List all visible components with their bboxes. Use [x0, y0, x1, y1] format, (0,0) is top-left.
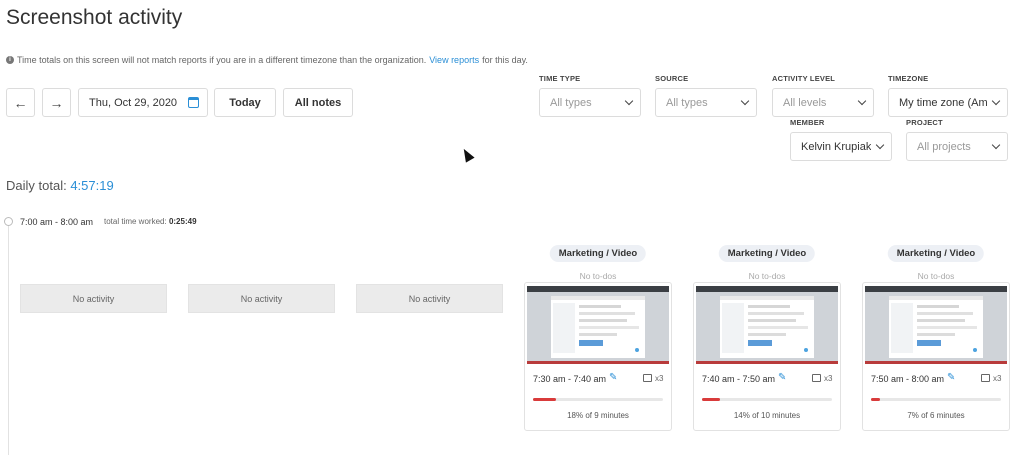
screenshot-box: 7:40 am - 7:50 am ✎ x3 14% of 10 minutes: [693, 282, 841, 431]
project-tag: Marketing / Video: [718, 245, 816, 262]
member-select[interactable]: Kelvin Krupiak: [790, 132, 892, 161]
activity-percent: 14% of 10 minutes: [733, 411, 801, 420]
pencil-icon[interactable]: ✎: [778, 372, 786, 383]
source-label: SOURCE: [655, 74, 689, 83]
all-notes-button[interactable]: All notes: [283, 88, 353, 117]
screenshot-thumbnail[interactable]: [696, 286, 838, 364]
worked-value: 0:25:49: [168, 217, 197, 226]
activity-level-value: All levels: [783, 96, 827, 109]
previous-day-button[interactable]: ←: [6, 88, 35, 117]
no-activity-block: No activity: [356, 284, 503, 313]
todo-text: No to-dos: [579, 271, 617, 281]
image-icon[interactable]: [812, 374, 821, 382]
source-select[interactable]: All types: [655, 88, 757, 117]
timeline-line: [8, 224, 9, 455]
time-type-select[interactable]: All types: [539, 88, 641, 117]
no-activity-block: No activity: [188, 284, 335, 313]
total-time-worked: total time worked: 0:25:49: [104, 217, 197, 226]
progress-fill: [871, 398, 881, 401]
chevron-down-icon: [991, 140, 1001, 150]
screenshot-time-range: 7:30 am - 7:40 am: [533, 374, 607, 384]
no-activity-block: No activity: [20, 284, 167, 313]
arrow-left-icon: ←: [13, 94, 28, 111]
daily-total: Daily total: 4:57:19: [6, 178, 114, 193]
timezone-select[interactable]: My time zone (America: [888, 88, 1008, 117]
page-title: Screenshot activity: [6, 6, 183, 29]
member-label: MEMBER: [790, 118, 825, 127]
date-picker[interactable]: Thu, Oct 29, 2020: [78, 88, 208, 117]
activity-percent: 7% of 6 minutes: [907, 411, 965, 420]
timezone-note-suffix: for this day.: [482, 55, 528, 65]
chevron-down-icon: [624, 96, 634, 106]
pencil-icon[interactable]: ✎: [947, 372, 955, 383]
date-value: Thu, Oct 29, 2020: [89, 96, 178, 109]
activity-level-label: ACTIVITY LEVEL: [772, 74, 836, 83]
chevron-down-icon: [740, 96, 750, 106]
screenshot-time-range: 7:50 am - 8:00 am: [871, 374, 945, 384]
timeline-dot: [4, 217, 13, 226]
screenshot-card: Marketing / Video No to-dos 7:50 am - 8:…: [862, 245, 1010, 431]
worked-label: total time worked:: [104, 217, 167, 226]
today-button[interactable]: Today: [214, 88, 276, 117]
timeslot-range: 7:00 am - 8:00 am: [20, 217, 94, 227]
screenshot-count: x3: [824, 374, 833, 383]
progress-fill: [533, 398, 557, 401]
timezone-value: My time zone (America: [899, 96, 987, 109]
activity-progress-bar: [871, 398, 1001, 401]
timezone-note: i Time totals on this screen will not ma…: [6, 55, 528, 65]
progress-fill: [702, 398, 721, 401]
project-label: PROJECT: [906, 118, 943, 127]
view-reports-link[interactable]: View reports: [429, 55, 479, 65]
screenshot-thumbnail[interactable]: [865, 286, 1007, 364]
next-day-button[interactable]: →: [42, 88, 71, 117]
todo-text: No to-dos: [748, 271, 786, 281]
screenshot-count: x3: [993, 374, 1002, 383]
screenshot-box: 7:50 am - 8:00 am ✎ x3 7% of 6 minutes: [862, 282, 1010, 431]
project-tag: Marketing / Video: [549, 245, 647, 262]
calendar-icon[interactable]: [188, 97, 199, 108]
mouse-cursor-icon: [459, 146, 475, 163]
chevron-down-icon: [857, 96, 867, 106]
pencil-icon[interactable]: ✎: [609, 372, 617, 383]
screenshot-card: Marketing / Video No to-dos 7:40 am - 7:…: [693, 245, 841, 431]
screenshot-box: 7:30 am - 7:40 am ✎ x3 18% of 9 minutes: [524, 282, 672, 431]
activity-progress-bar: [702, 398, 832, 401]
chevron-down-icon: [991, 96, 1001, 106]
screenshot-time-range: 7:40 am - 7:50 am: [702, 374, 776, 384]
project-value: All projects: [917, 140, 971, 153]
time-type-label: TIME TYPE: [539, 74, 581, 83]
daily-total-label: Daily total:: [6, 178, 67, 193]
arrow-right-icon: →: [49, 94, 64, 111]
timezone-note-text: Time totals on this screen will not matc…: [17, 55, 427, 65]
todo-text: No to-dos: [917, 271, 955, 281]
activity-percent: 18% of 9 minutes: [567, 411, 629, 420]
screenshot-count: x3: [655, 374, 664, 383]
activity-level-select[interactable]: All levels: [772, 88, 874, 117]
project-tag: Marketing / Video: [887, 245, 985, 262]
project-select[interactable]: All projects: [906, 132, 1008, 161]
chevron-down-icon: [875, 140, 885, 150]
screenshot-thumbnail[interactable]: [527, 286, 669, 364]
image-icon[interactable]: [981, 374, 990, 382]
time-type-value: All types: [550, 96, 592, 109]
info-icon: i: [6, 56, 14, 64]
source-value: All types: [666, 96, 708, 109]
timezone-label: TIMEZONE: [888, 74, 929, 83]
daily-total-value: 4:57:19: [70, 178, 114, 193]
activity-progress-bar: [533, 398, 663, 401]
member-value: Kelvin Krupiak: [801, 140, 871, 153]
image-icon[interactable]: [643, 374, 652, 382]
screenshot-card: Marketing / Video No to-dos 7:30 am - 7:…: [524, 245, 672, 431]
